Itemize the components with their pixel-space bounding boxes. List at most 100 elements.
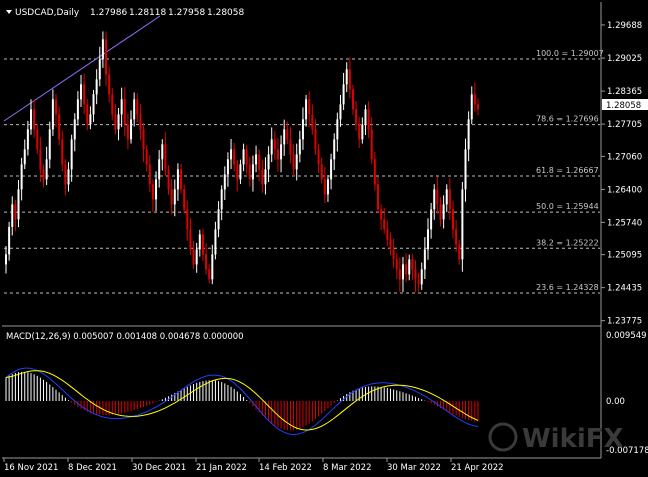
candle-body xyxy=(426,229,429,250)
candle-body xyxy=(120,99,123,115)
candle-body xyxy=(442,204,445,220)
time-axis-label: 21 Jan 2022 xyxy=(196,463,247,473)
candle-body xyxy=(270,139,273,155)
candle-body xyxy=(389,239,392,250)
candle-body xyxy=(320,164,323,180)
candle-body xyxy=(226,159,229,175)
candle-body xyxy=(89,114,92,125)
candle-body xyxy=(108,74,111,95)
time-axis: 16 Nov 2021 8 Dec 2021 30 Dec 2021 21 Jan 2… xyxy=(3,458,504,473)
candle-body xyxy=(211,254,214,280)
candle-body xyxy=(336,119,339,140)
candle-body xyxy=(333,139,336,160)
candle-body xyxy=(111,94,114,115)
candle-body xyxy=(405,264,408,275)
macd-axis-top: 0.009549 xyxy=(606,331,647,341)
candle-body xyxy=(464,149,467,190)
price-axis-label: 1.28365 xyxy=(607,87,642,97)
candle-body xyxy=(76,99,79,120)
ohlc-close: 1.28058 xyxy=(207,8,244,18)
candle-body xyxy=(80,84,83,100)
time-axis-label: 21 Apr 2022 xyxy=(451,463,504,473)
candle-body xyxy=(164,144,167,170)
candle-body xyxy=(17,189,20,220)
candle-body xyxy=(458,244,461,260)
candle-body xyxy=(461,189,464,260)
candle-body xyxy=(195,249,198,265)
candle-body xyxy=(61,139,64,165)
candle-body xyxy=(342,84,345,105)
trading-chart[interactable]: USDCAD,Daily 1.27986 1.28118 1.27958 1.2… xyxy=(0,0,648,477)
candle-body xyxy=(170,189,173,205)
macd-label: MACD(12,26,9) 0.005007 0.001408 0.004678… xyxy=(6,332,244,342)
candle-body xyxy=(167,169,170,190)
price-axis-label: 1.23775 xyxy=(607,317,642,327)
candle-body xyxy=(48,129,51,160)
candle-body xyxy=(345,69,348,85)
candle-body xyxy=(180,169,183,190)
candle-body xyxy=(11,204,14,227)
wikifx-watermark: WikiFX xyxy=(488,422,624,454)
candle-body xyxy=(470,94,473,120)
candle-body xyxy=(98,59,101,80)
candle-body xyxy=(248,164,251,180)
candle-body xyxy=(264,169,267,185)
candle-body xyxy=(430,209,433,230)
price-axis-label: 1.24435 xyxy=(607,284,642,294)
candle-body xyxy=(151,184,154,200)
candle-body xyxy=(148,164,151,185)
collapse-triangle-icon[interactable] xyxy=(6,10,12,14)
candle-body xyxy=(130,119,133,140)
fibonacci-retracement[interactable]: 100.0 = 1.29007 78.6 = 1.27696 61.8 = 1.26… xyxy=(4,49,604,294)
candle-body xyxy=(36,129,39,150)
macd-indicator xyxy=(5,367,479,436)
price-axis-label: 1.26400 xyxy=(607,185,642,195)
candle-body xyxy=(361,124,364,140)
candle-body xyxy=(64,164,67,185)
time-axis-label: 14 Feb 2022 xyxy=(259,463,312,473)
candle-body xyxy=(73,119,76,140)
candle-body xyxy=(408,259,411,275)
candle-body xyxy=(455,229,458,245)
candle-body xyxy=(217,209,220,230)
candle-body xyxy=(142,129,145,150)
candle-body xyxy=(467,119,470,150)
candle-body xyxy=(92,94,95,115)
candle-body xyxy=(398,269,401,280)
price-axis-label: 1.29688 xyxy=(607,21,642,31)
candle-body xyxy=(155,179,158,200)
candles xyxy=(5,31,479,293)
time-axis-label: 8 Dec 2021 xyxy=(68,463,117,473)
candle-body xyxy=(255,154,258,165)
candle-body xyxy=(451,209,454,230)
candle-body xyxy=(236,164,239,180)
candle-body xyxy=(83,84,86,105)
candle-body xyxy=(311,114,314,130)
ohlc-high: 1.28118 xyxy=(129,8,166,18)
price-axis-label: 1.25095 xyxy=(607,251,642,261)
candle-body xyxy=(330,159,333,180)
candle-body xyxy=(230,149,233,160)
candle-body xyxy=(258,154,261,170)
candle-body xyxy=(298,139,301,155)
candle-body xyxy=(33,109,36,130)
candle-body xyxy=(473,94,476,105)
candle-body xyxy=(420,269,423,285)
candle-body xyxy=(183,189,186,210)
candle-body xyxy=(39,149,42,170)
candle-body xyxy=(295,154,298,170)
fib-level-label: 100.0 = 1.29007 xyxy=(536,49,604,58)
candle-body xyxy=(14,204,17,220)
candle-body xyxy=(283,129,286,145)
candle-body xyxy=(326,179,329,195)
ohlc-low: 1.27958 xyxy=(168,8,205,18)
time-axis-label: 16 Nov 2021 xyxy=(4,463,58,473)
candle-body xyxy=(436,189,439,205)
macd-axis-zero: 0.00 xyxy=(606,397,625,407)
price-axis-label: 1.27705 xyxy=(607,120,642,130)
candle-body xyxy=(292,154,295,170)
candle-body xyxy=(273,139,276,150)
candle-body xyxy=(114,114,117,130)
candle-body xyxy=(417,279,420,285)
time-axis-label: 30 Mar 2022 xyxy=(387,463,441,473)
